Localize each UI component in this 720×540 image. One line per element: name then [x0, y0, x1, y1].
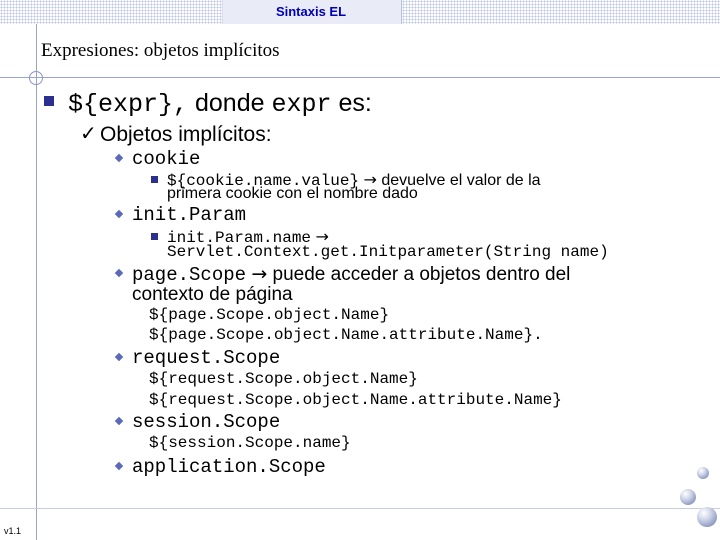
slide: Sintaxis EL Expresiones: objetos implíci… [0, 0, 720, 540]
diamond-bullet-icon [114, 153, 124, 163]
item-init-param: init.Param [132, 204, 247, 226]
page-scope-text-b: contexto de página [132, 284, 293, 305]
page-scope-text-a: puede acceder a objetos dentro del [272, 264, 571, 285]
square-bullet-icon [44, 96, 54, 106]
cookie-detail-text-b: primera cookie con el nombre dado [167, 185, 418, 202]
main-bullet-text: ${expr}, donde expr es: [68, 89, 372, 119]
decorative-circle [29, 71, 43, 85]
diamond-bullet-icon [114, 461, 124, 471]
page-scope-example-2: ${page.Scope.object.Name.attribute.Name}… [149, 326, 543, 344]
main-bullet-code-1: ${expr}, [68, 90, 189, 119]
decorative-sphere [680, 489, 696, 505]
item-page-scope: page.Scope [132, 264, 247, 286]
version-label: v1.1 [4, 526, 22, 536]
init-param-code-b: Servlet.Context.get.Initparameter(String… [167, 243, 609, 261]
small-square-bullet-icon [151, 176, 158, 183]
item-request-scope: request.Scope [132, 347, 281, 369]
request-scope-example-1: ${request.Scope.object.Name} [149, 370, 418, 388]
slide-title: Expresiones: objetos implícitos [41, 40, 280, 61]
small-square-bullet-icon [151, 233, 158, 240]
decorative-sphere [697, 467, 709, 479]
decorative-bottom-line [0, 508, 720, 509]
item-session-scope: session.Scope [132, 411, 281, 433]
main-bullet-code-2: expr [271, 90, 332, 119]
session-scope-example-1: ${session.Scope.name} [149, 434, 351, 452]
item-application-scope: application.Scope [132, 456, 326, 478]
diamond-bullet-icon [114, 352, 124, 362]
header-title: Sintaxis EL [275, 4, 347, 19]
item-page-scope-line: page.Scope → puede acceder a objetos den… [132, 263, 570, 286]
request-scope-example-2: ${request.Scope.object.Name.attribute.Na… [149, 391, 562, 409]
decorative-horizontal-line [0, 77, 720, 78]
page-scope-example-1: ${page.Scope.object.Name} [149, 306, 390, 324]
decorative-vertical-line [36, 24, 37, 540]
diamond-bullet-icon [114, 416, 124, 426]
checkmark-icon: ✓ [80, 121, 97, 145]
main-bullet-text-2: es: [338, 89, 372, 117]
decorative-sphere [697, 507, 717, 527]
diamond-bullet-icon [114, 268, 124, 278]
arrow-right-icon: → [251, 263, 268, 285]
main-bullet-text-1: donde [194, 89, 265, 117]
diamond-bullet-icon [114, 209, 124, 219]
item-cookie: cookie [132, 148, 201, 170]
sub-heading: Objetos implícitos: [100, 123, 272, 146]
